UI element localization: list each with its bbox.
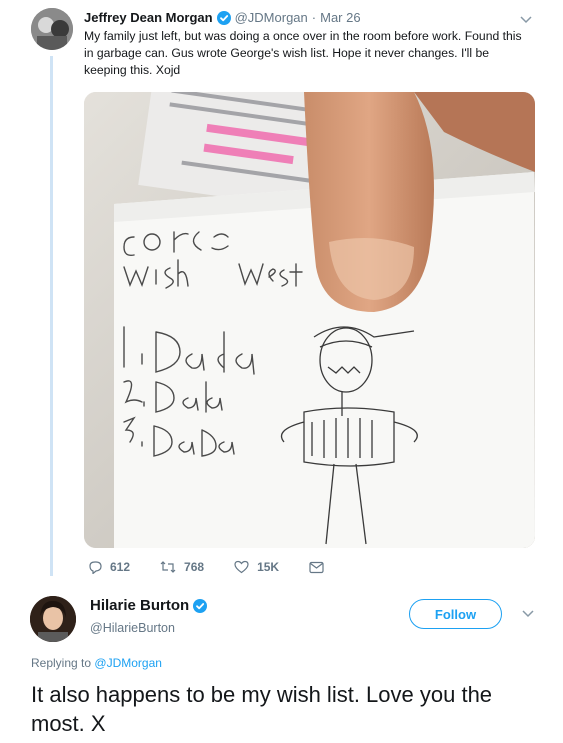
replying-prefix: Replying to <box>31 656 92 670</box>
verified-icon <box>216 10 231 25</box>
avatar-hilarie-burton[interactable] <box>30 596 76 642</box>
like-count: 15K <box>257 560 280 574</box>
replying-to-mention[interactable]: @JDMorgan <box>94 656 162 670</box>
author-handle[interactable]: @HilarieBurton <box>90 621 175 635</box>
tweet-text: It also happens to be my wish list. Love… <box>31 682 493 736</box>
like-icon <box>234 560 249 574</box>
tweet-photo[interactable] <box>84 92 535 548</box>
verified-icon <box>193 598 208 613</box>
replying-to-line: Replying to @JDMorgan <box>31 656 162 670</box>
reply-button[interactable]: 612 <box>88 560 130 574</box>
chevron-down-icon[interactable] <box>520 608 536 620</box>
retweet-button[interactable]: 768 <box>160 560 204 574</box>
tweet-header: Jeffrey Dean Morgan @JDMorgan · Mar 26 <box>84 10 361 25</box>
retweet-count: 768 <box>184 560 205 574</box>
tweet-text: My family just left, but was doing a onc… <box>84 29 522 77</box>
author-name[interactable]: Hilarie Burton <box>90 597 189 614</box>
author-handle[interactable]: @JDMorgan <box>235 10 308 25</box>
chevron-down-icon[interactable] <box>518 14 534 26</box>
thread-connector-line <box>50 56 53 576</box>
author-name-row: Hilarie Burton <box>90 597 211 614</box>
message-button[interactable] <box>309 561 332 574</box>
tweet-actions: 612 768 15K <box>88 560 362 574</box>
reply-icon <box>89 561 102 574</box>
like-button[interactable]: 15K <box>234 560 279 574</box>
follow-button[interactable]: Follow <box>409 599 502 629</box>
message-icon <box>309 561 324 573</box>
tweet-date[interactable]: Mar 26 <box>320 10 360 25</box>
separator-dot: · <box>311 10 317 25</box>
reply-count: 612 <box>110 560 131 574</box>
retweet-icon <box>160 561 176 573</box>
avatar-jeffrey-dean-morgan[interactable] <box>31 8 73 50</box>
author-name[interactable]: Jeffrey Dean Morgan <box>84 10 213 25</box>
